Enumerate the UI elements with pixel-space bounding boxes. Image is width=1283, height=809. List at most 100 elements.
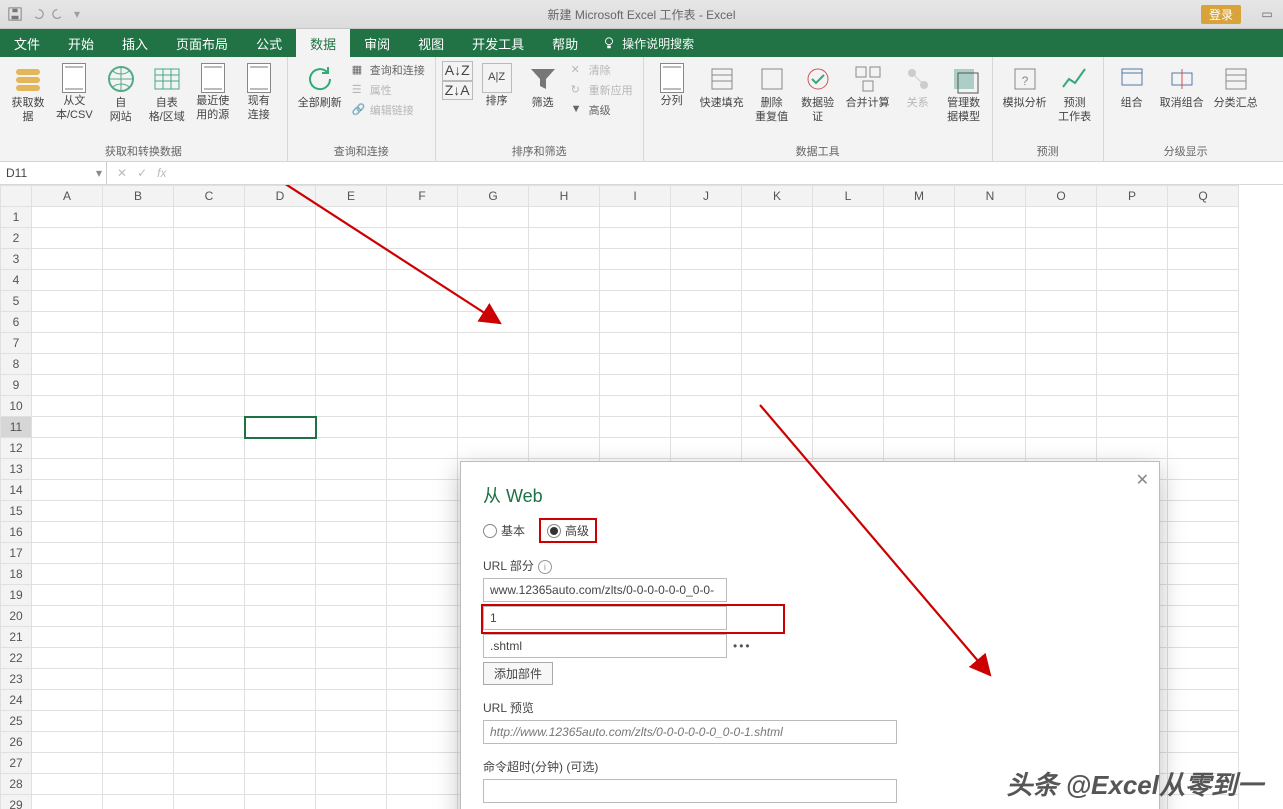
cell[interactable]: [1097, 438, 1168, 459]
column-header[interactable]: H: [529, 186, 600, 207]
cell[interactable]: [174, 207, 245, 228]
tab-insert[interactable]: 插入: [108, 29, 162, 57]
cell[interactable]: [245, 417, 316, 438]
cell[interactable]: [103, 753, 174, 774]
cell[interactable]: [103, 459, 174, 480]
cell[interactable]: [955, 270, 1026, 291]
cell[interactable]: [884, 228, 955, 249]
remove-duplicates-button[interactable]: 删除 重复值: [750, 61, 794, 127]
cell[interactable]: [245, 291, 316, 312]
cell[interactable]: [174, 312, 245, 333]
cell[interactable]: [1026, 291, 1097, 312]
cell[interactable]: [742, 417, 813, 438]
cell[interactable]: [245, 795, 316, 809]
row-header[interactable]: 20: [1, 606, 32, 627]
cell[interactable]: [245, 396, 316, 417]
cell[interactable]: [529, 396, 600, 417]
cell[interactable]: [671, 312, 742, 333]
cell[interactable]: [1097, 354, 1168, 375]
cell[interactable]: [387, 690, 458, 711]
cell[interactable]: [387, 438, 458, 459]
row-header[interactable]: 5: [1, 291, 32, 312]
cell[interactable]: [103, 627, 174, 648]
cell[interactable]: [387, 207, 458, 228]
cell[interactable]: [174, 564, 245, 585]
cell[interactable]: [316, 354, 387, 375]
save-icon[interactable]: [8, 7, 22, 21]
cell[interactable]: [387, 270, 458, 291]
cell[interactable]: [103, 711, 174, 732]
cell[interactable]: [32, 480, 103, 501]
cell[interactable]: [103, 606, 174, 627]
cell[interactable]: [529, 354, 600, 375]
what-if-button[interactable]: ?模拟分析: [999, 61, 1051, 113]
spreadsheet-grid[interactable]: ABCDEFGHIJKLMNOPQ12345678910111213141516…: [0, 185, 1283, 809]
filter-button[interactable]: 筛选: [521, 61, 565, 113]
cell[interactable]: [671, 249, 742, 270]
tab-formula[interactable]: 公式: [242, 29, 296, 57]
cell[interactable]: [103, 354, 174, 375]
cell[interactable]: [742, 228, 813, 249]
tab-home[interactable]: 开始: [54, 29, 108, 57]
cell[interactable]: [1168, 396, 1239, 417]
cell[interactable]: [1168, 480, 1239, 501]
cell[interactable]: [387, 291, 458, 312]
column-header[interactable]: E: [316, 186, 387, 207]
cell[interactable]: [387, 732, 458, 753]
cell[interactable]: [316, 312, 387, 333]
cell[interactable]: [32, 333, 103, 354]
cell[interactable]: [458, 207, 529, 228]
cell[interactable]: [174, 690, 245, 711]
column-header[interactable]: G: [458, 186, 529, 207]
cell[interactable]: [174, 270, 245, 291]
cell[interactable]: [174, 228, 245, 249]
cell[interactable]: [103, 669, 174, 690]
cell[interactable]: [884, 396, 955, 417]
cell[interactable]: [1168, 711, 1239, 732]
cell[interactable]: [32, 690, 103, 711]
cell[interactable]: [1168, 375, 1239, 396]
cell[interactable]: [245, 732, 316, 753]
cell[interactable]: [1026, 207, 1097, 228]
cell[interactable]: [742, 207, 813, 228]
row-header[interactable]: 24: [1, 690, 32, 711]
cell[interactable]: [103, 522, 174, 543]
name-box[interactable]: D11▾: [0, 162, 107, 184]
cell[interactable]: [245, 585, 316, 606]
cell[interactable]: [316, 249, 387, 270]
cell[interactable]: [884, 354, 955, 375]
cell[interactable]: [529, 249, 600, 270]
cell[interactable]: [884, 270, 955, 291]
cell[interactable]: [174, 354, 245, 375]
cell[interactable]: [387, 711, 458, 732]
cell[interactable]: [387, 228, 458, 249]
cell[interactable]: [1026, 375, 1097, 396]
cell[interactable]: [245, 480, 316, 501]
row-header[interactable]: 22: [1, 648, 32, 669]
cell[interactable]: [32, 270, 103, 291]
cell[interactable]: [245, 648, 316, 669]
cell[interactable]: [1168, 501, 1239, 522]
cell[interactable]: [387, 333, 458, 354]
cell[interactable]: [174, 522, 245, 543]
cell[interactable]: [529, 375, 600, 396]
cell[interactable]: [316, 480, 387, 501]
column-header[interactable]: D: [245, 186, 316, 207]
cell[interactable]: [316, 753, 387, 774]
cell[interactable]: [32, 396, 103, 417]
cell[interactable]: [174, 648, 245, 669]
cell[interactable]: [316, 543, 387, 564]
cell[interactable]: [529, 270, 600, 291]
cell[interactable]: [671, 291, 742, 312]
cell[interactable]: [1026, 438, 1097, 459]
tell-me-search[interactable]: 操作说明搜索: [602, 35, 694, 52]
cell[interactable]: [174, 606, 245, 627]
column-header[interactable]: I: [600, 186, 671, 207]
cell[interactable]: [671, 417, 742, 438]
cell[interactable]: [245, 774, 316, 795]
cell[interactable]: [955, 228, 1026, 249]
cell[interactable]: [245, 711, 316, 732]
column-header[interactable]: A: [32, 186, 103, 207]
cell[interactable]: [458, 333, 529, 354]
cell[interactable]: [32, 774, 103, 795]
